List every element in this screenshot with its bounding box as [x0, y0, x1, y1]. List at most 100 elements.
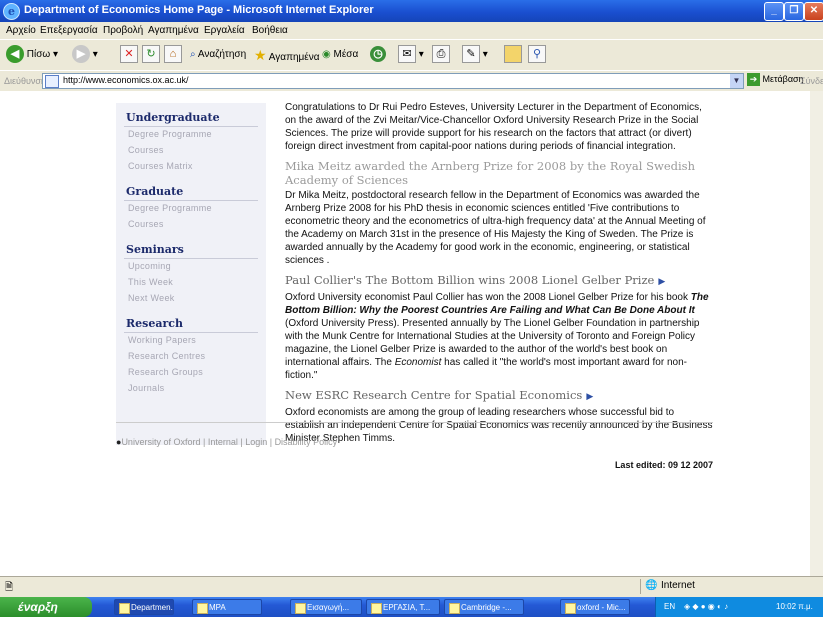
- nav-section-research: Research Working Papers Research Centres…: [124, 315, 258, 397]
- nav-link[interactable]: Research Centres: [124, 349, 258, 365]
- nav-link[interactable]: Upcoming: [124, 259, 258, 275]
- media-button[interactable]: ◉ Μέσα: [322, 45, 358, 65]
- nav-link[interactable]: Next Week: [124, 291, 258, 307]
- restore-button[interactable]: ❐: [784, 2, 804, 21]
- home-button[interactable]: ⌂: [164, 45, 182, 65]
- search-icon: ⌕: [190, 49, 196, 60]
- task-folder[interactable]: MPA: [192, 599, 262, 615]
- news-heading-esrc[interactable]: New ESRC Research Centre for Spatial Eco…: [285, 388, 713, 404]
- nav-link[interactable]: This Week: [124, 275, 258, 291]
- task-label: Εισαγωγή...: [307, 603, 350, 612]
- nav-link[interactable]: Degree Programme: [124, 127, 258, 143]
- edit-button[interactable]: ✎ ▾: [462, 45, 488, 65]
- task-label: oxford - Mic...: [577, 603, 626, 612]
- close-button[interactable]: ✕: [804, 2, 823, 21]
- clock[interactable]: 10:02 π.μ.: [776, 602, 813, 611]
- stop-icon: ✕: [120, 45, 138, 64]
- nav-link[interactable]: Research Groups: [124, 365, 258, 381]
- news-heading-collier-text[interactable]: Paul Collier's The Bottom Billion wins 2…: [285, 273, 654, 287]
- task-work[interactable]: ΕΡΓΑΣΙΑ, Τ...: [366, 599, 440, 615]
- arrow-right-icon[interactable]: ▶: [658, 277, 665, 287]
- menu-help[interactable]: Βοήθεια: [252, 25, 288, 36]
- address-label: Διεύθυνση: [4, 76, 46, 86]
- word-task-icon: [371, 603, 382, 614]
- tray-icons[interactable]: ◈ ◆ ● ◉ ◐ ♪: [684, 602, 728, 611]
- star-icon: ★: [254, 47, 267, 63]
- nav-heading-undergraduate[interactable]: Undergraduate: [124, 109, 258, 127]
- start-button[interactable]: έναρξη: [0, 597, 92, 617]
- nav-link[interactable]: Courses: [124, 143, 258, 159]
- nav-link[interactable]: Degree Programme: [124, 201, 258, 217]
- footer-link-internal[interactable]: Internal: [208, 437, 238, 447]
- refresh-button[interactable]: ↻: [142, 45, 160, 65]
- nav-section-seminars: Seminars Upcoming This Week Next Week: [124, 241, 258, 307]
- favorites-label: Αγαπημένα: [268, 52, 320, 63]
- nav-link[interactable]: Courses: [124, 217, 258, 233]
- research-icon: ⚲: [528, 45, 546, 64]
- system-tray: EN ◈ ◆ ● ◉ ◐ ♪ 10:02 π.μ.: [655, 597, 823, 617]
- magazine-name: Economist: [394, 357, 442, 368]
- folder-task-icon: [197, 603, 208, 614]
- nav-section-undergraduate: Undergraduate Degree Programme Courses C…: [124, 109, 258, 175]
- address-url[interactable]: http://www.economics.ox.ac.uk/: [63, 75, 189, 85]
- task-oxford[interactable]: oxford - Mic...: [560, 599, 630, 615]
- nav-link[interactable]: Working Papers: [124, 333, 258, 349]
- menu-edit[interactable]: Επεξεργασία: [40, 25, 98, 36]
- search-button[interactable]: ⌕ Αναζήτηση: [190, 45, 246, 65]
- links-button[interactable]: Σύνδεσμοι: [800, 76, 823, 86]
- nav-link[interactable]: Courses Matrix: [124, 159, 258, 175]
- arrow-right-icon[interactable]: ▶: [586, 392, 593, 402]
- security-zone: 🌐 Internet: [640, 579, 811, 594]
- vertical-scrollbar[interactable]: [810, 91, 823, 576]
- nav-heading-graduate[interactable]: Graduate: [124, 183, 258, 201]
- mail-icon: ✉: [398, 45, 416, 64]
- minimize-button[interactable]: _: [764, 2, 784, 21]
- mail-button[interactable]: ✉ ▾: [398, 45, 424, 65]
- nav-heading-research[interactable]: Research: [124, 315, 258, 333]
- go-button[interactable]: ➔ Μετάβαση: [747, 73, 804, 86]
- news-heading-collier[interactable]: Paul Collier's The Bottom Billion wins 2…: [285, 273, 713, 289]
- menu-tools[interactable]: Εργαλεία: [204, 25, 245, 36]
- footer-link-login[interactable]: Login: [245, 437, 267, 447]
- task-doc[interactable]: Εισαγωγή...: [290, 599, 362, 615]
- print-button[interactable]: ⎙: [432, 45, 450, 65]
- news-heading-meitz[interactable]: Mika Meitz awarded the Arnberg Prize for…: [285, 159, 713, 187]
- status-bar: 🗎 🌐 Internet: [0, 576, 823, 597]
- ie-task-icon: [119, 603, 130, 614]
- menu-favorites[interactable]: Αγαπημένα: [148, 25, 199, 36]
- address-input[interactable]: http://www.economics.ox.ac.uk/ ▼: [42, 73, 744, 89]
- folder-button[interactable]: [504, 45, 522, 65]
- footer-divider: [116, 422, 713, 423]
- menu-file[interactable]: Αρχείο: [6, 25, 36, 36]
- ie-icon: e: [3, 3, 20, 20]
- favorites-button[interactable]: ★ Αγαπημένα: [254, 45, 320, 65]
- nav-heading-seminars[interactable]: Seminars: [124, 241, 258, 259]
- stop-button[interactable]: ✕: [120, 45, 138, 65]
- address-dropdown[interactable]: ▼: [730, 74, 743, 88]
- news-body-meitz: Dr Mika Meitz, postdoctoral research fel…: [285, 190, 706, 266]
- history-button[interactable]: ◷: [370, 45, 386, 65]
- back-button[interactable]: ◀ Πίσω ▾: [6, 45, 58, 65]
- task-browser[interactable]: Departmen...: [114, 599, 174, 615]
- go-arrow-icon: ➔: [747, 73, 760, 86]
- nav-link[interactable]: Journals: [124, 381, 258, 397]
- footer-link-oxford[interactable]: University of Oxford: [121, 437, 200, 447]
- research-button[interactable]: ⚲: [528, 45, 546, 65]
- folder-icon: [504, 45, 522, 64]
- footer-link-disability[interactable]: Disability Policy: [275, 437, 338, 447]
- window-title-bar[interactable]: e Department of Economics Home Page - Mi…: [0, 0, 823, 22]
- news-body-esrc: Oxford economists are among the group of…: [285, 407, 713, 444]
- task-label: ΕΡΓΑΣΙΑ, Τ...: [383, 603, 431, 612]
- address-bar: Διεύθυνση http://www.economics.ox.ac.uk/…: [0, 70, 823, 92]
- page-viewport: Undergraduate Degree Programme Courses C…: [0, 91, 810, 576]
- forward-button[interactable]: ▶ ▾: [72, 45, 98, 65]
- language-indicator[interactable]: EN: [664, 602, 675, 611]
- sidebar-nav: Undergraduate Degree Programme Courses C…: [116, 103, 266, 445]
- zone-label: Internet: [661, 580, 695, 591]
- news-intro: Congratulations to Dr Rui Pedro Esteves,…: [285, 102, 702, 152]
- task-cambridge[interactable]: Cambridge -...: [444, 599, 524, 615]
- news-heading-esrc-text[interactable]: New ESRC Research Centre for Spatial Eco…: [285, 388, 582, 402]
- news-text: Oxford University economist Paul Collier…: [285, 292, 691, 303]
- refresh-icon: ↻: [142, 45, 160, 64]
- menu-view[interactable]: Προβολή: [103, 25, 143, 36]
